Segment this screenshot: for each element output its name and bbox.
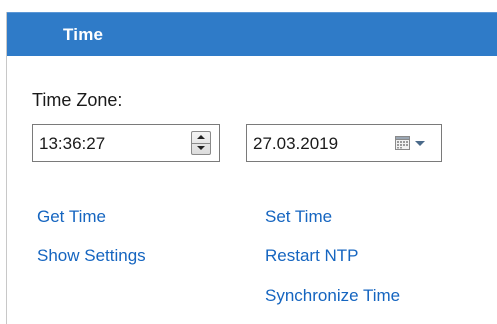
date-input[interactable]: 27.03.2019 — [246, 124, 442, 162]
time-input[interactable]: 13:36:27 — [32, 124, 220, 162]
time-panel: Time — [6, 12, 497, 324]
chevron-down-icon — [415, 141, 425, 146]
time-zone-label: Time Zone: — [32, 90, 123, 110]
calendar-icon — [395, 136, 410, 150]
spin-down-icon[interactable] — [192, 143, 210, 154]
panel-header: Time — [7, 12, 497, 56]
set-time-link[interactable]: Set Time — [265, 207, 332, 227]
top-strip — [0, 0, 497, 12]
time-spinner[interactable] — [191, 131, 211, 155]
calendar-dropdown-button[interactable] — [395, 136, 429, 152]
restart-ntp-link[interactable]: Restart NTP — [265, 246, 359, 266]
show-settings-link[interactable]: Show Settings — [37, 246, 146, 266]
get-time-link[interactable]: Get Time — [37, 207, 106, 227]
synchronize-time-link[interactable]: Synchronize Time — [265, 286, 400, 306]
panel-title: Time — [63, 25, 104, 44]
time-value: 13:36:27 — [39, 134, 106, 153]
date-value: 27.03.2019 — [253, 134, 339, 153]
